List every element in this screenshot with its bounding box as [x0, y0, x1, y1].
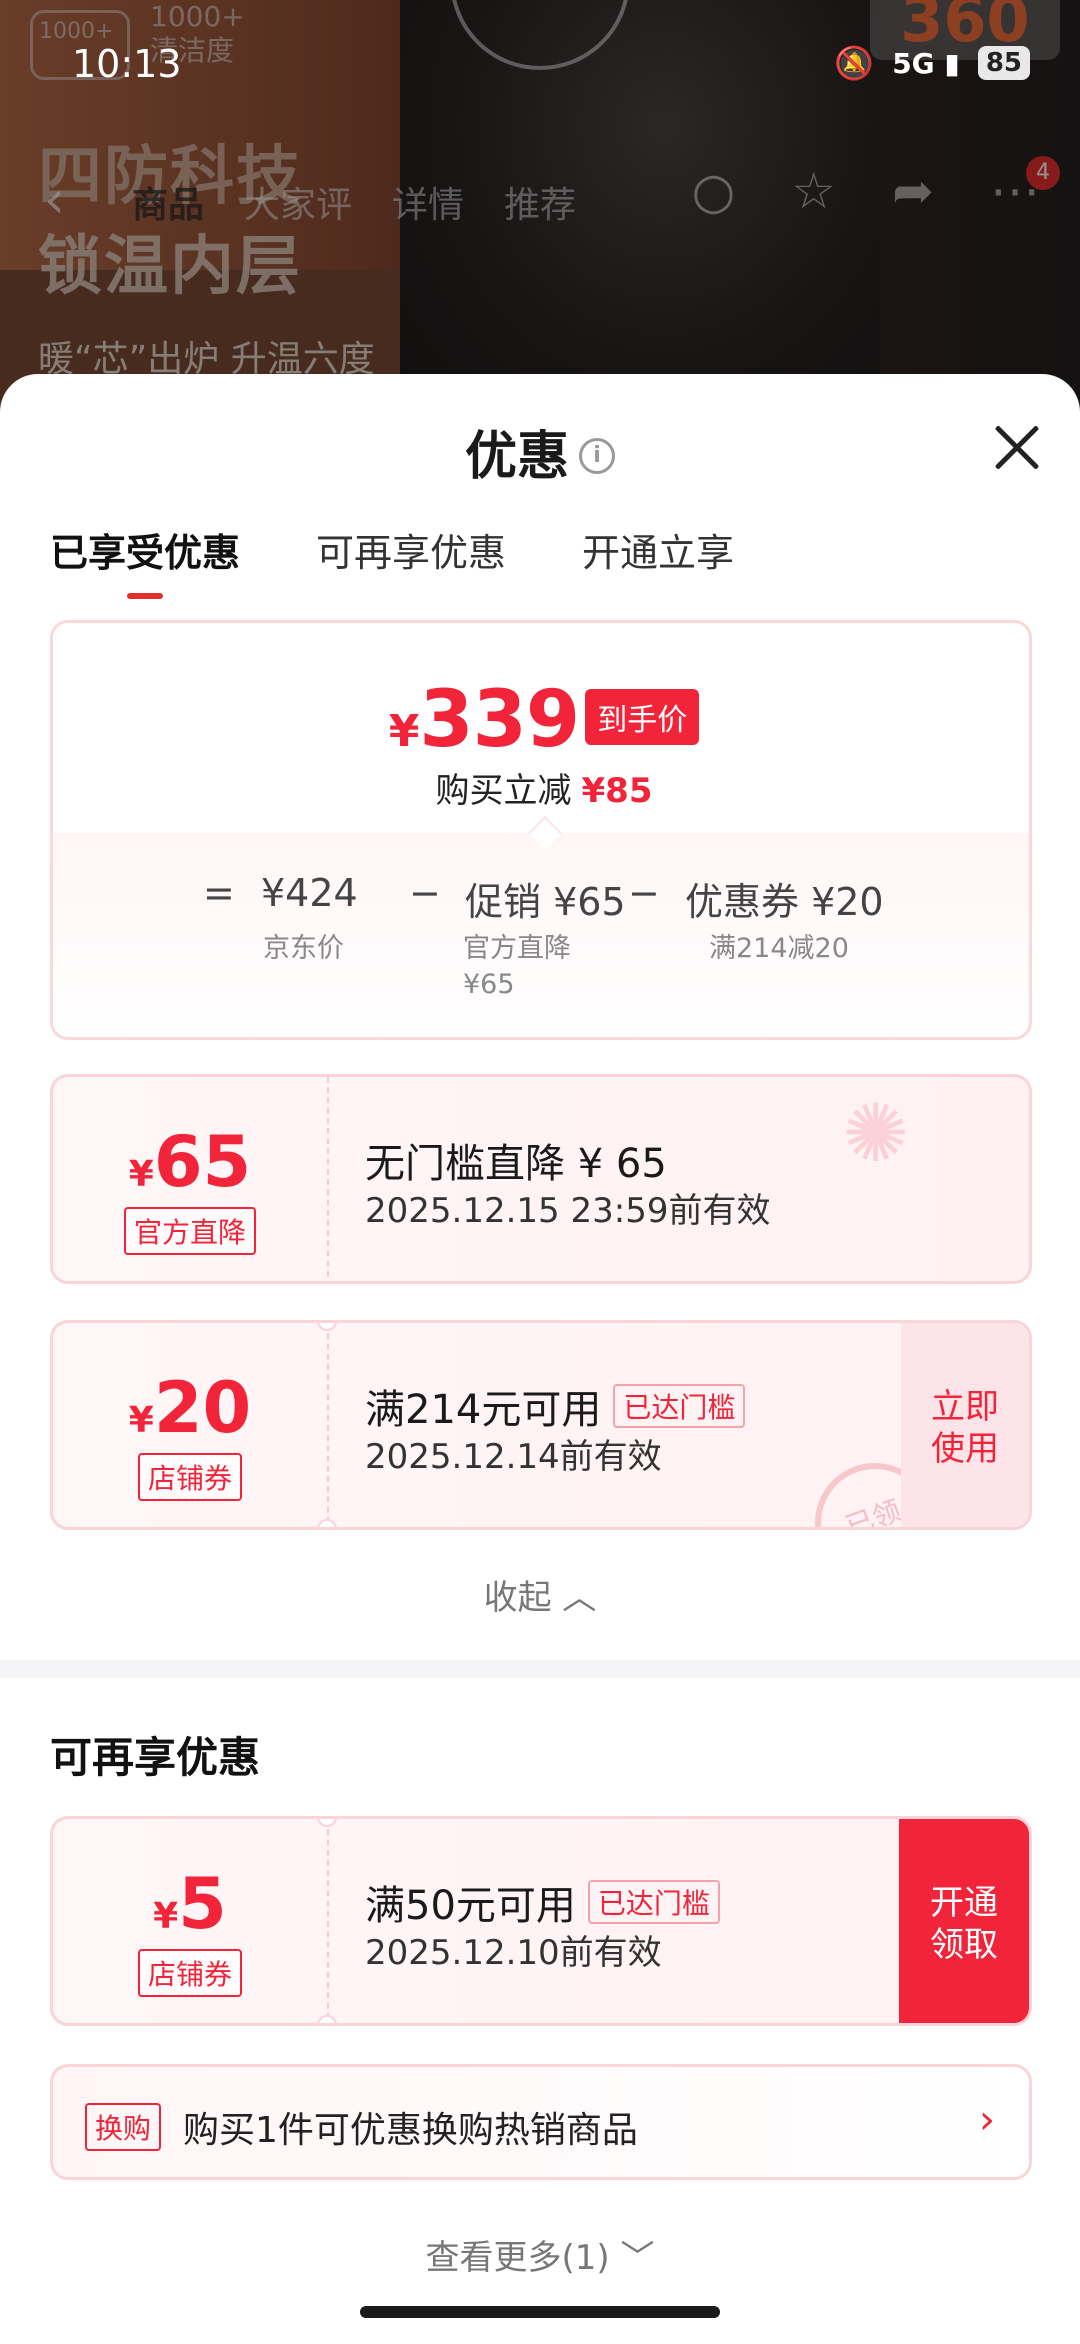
ticket-cut-bottom	[317, 2015, 337, 2023]
price-summary-card: ¥339 到手价 购买立减 ¥85 = ¥424 − 促销 ¥65 − 优惠券 ¥2…	[50, 620, 1032, 1040]
cut-value: ¥85	[581, 771, 653, 811]
coupon-sub: 满214减20	[709, 933, 849, 964]
chevron-up-icon: ︿	[562, 1578, 597, 1618]
threshold-reached-badge: 已达门槛	[613, 1384, 746, 1428]
firework-decoration: ✺	[841, 1087, 909, 1180]
minus-sign-2: −	[628, 871, 660, 915]
coupon-currency: ¥	[128, 1154, 154, 1195]
sheet-title: 优惠 i	[0, 414, 1080, 489]
coupon-value: 20	[153, 1367, 252, 1449]
status-bar: 10:13 🔕 5G ▮ 85	[0, 0, 1080, 130]
use-now-button[interactable]: 立即 使用	[901, 1323, 1029, 1527]
home-indicator[interactable]	[360, 2306, 720, 2318]
coupon-amount: ¥65	[53, 1121, 327, 1203]
coupon-expiry: 2025.12.15 23:59前有效	[365, 1191, 771, 1231]
coupon-amount: ¥20	[53, 1367, 327, 1449]
coupon-card-store-5: ¥5 店铺券 满50元可用 已达门槛 2025.12.10前有效 开通 领取	[50, 1816, 1032, 2026]
tab-open-now[interactable]: 开通立享	[582, 522, 734, 577]
more-offers-title: 可再享优惠	[50, 1733, 261, 1782]
final-price-tag: 到手价	[585, 689, 700, 745]
see-more-button[interactable]: 查看更多(1) ﹀	[0, 2230, 1080, 2279]
coupon-type-label: 店铺券	[137, 1453, 243, 1501]
minus-sign-1: −	[409, 871, 441, 915]
currency-symbol: ¥	[388, 706, 420, 757]
coupon-title: 满214元可用 已达门槛	[365, 1377, 746, 1435]
final-price: ¥339 到手价	[53, 675, 1029, 765]
coupon-card-store: ¥20 店铺券 满214元可用 已达门槛 2025.12.14前有效 已领 立即 …	[50, 1320, 1032, 1530]
final-price-value: 339	[419, 675, 580, 765]
sheet-title-text: 优惠	[464, 427, 569, 487]
coupon-expiry: 2025.12.10前有效	[365, 1933, 662, 1973]
coupon-value: 65	[153, 1121, 252, 1203]
trade-in-text: 购买1件可优惠换购热销商品	[183, 2110, 638, 2151]
purchase-cut: 购买立减 ¥85	[53, 763, 1029, 812]
coupon-title-text: 满214元可用	[365, 1387, 602, 1433]
coupon-type-label: 店铺券	[137, 1949, 243, 1997]
chevron-down-icon: ﹀	[620, 2238, 655, 2278]
see-more-label: 查看更多(1)	[425, 2238, 610, 2278]
collapse-button[interactable]: 收起 ︿	[0, 1570, 1080, 1619]
coupon-amount: 优惠券 ¥20	[685, 880, 884, 924]
status-icons: 🔕 5G ▮ 85	[834, 44, 1030, 82]
coupon-card-direct-cut: ¥65 官方直降 ✺ 无门槛直降 ¥ 65 2025.12.15 23:59前有…	[50, 1074, 1032, 1284]
signal-icon: 5G ▮	[892, 46, 960, 80]
trade-in-tag: 换购	[85, 2103, 162, 2151]
coupon-divider	[327, 1819, 329, 2023]
battery-icon: 85	[977, 46, 1030, 80]
coupon-amount: ¥5	[53, 1863, 327, 1945]
equals-sign: =	[203, 871, 235, 915]
promo-sub-value: ¥65	[463, 969, 515, 1000]
threshold-reached-badge: 已达门槛	[587, 1880, 720, 1924]
jd-price-label: 京东价	[263, 933, 344, 964]
status-time: 10:13	[72, 42, 182, 86]
coupon-title: 无门槛直降 ¥ 65	[365, 1141, 667, 1187]
use-now-label: 立即 使用	[931, 1387, 999, 1469]
open-claim-label: 开通 领取	[930, 1883, 998, 1965]
info-icon[interactable]: i	[579, 438, 615, 474]
coupon-expiry: 2025.12.14前有效	[365, 1437, 662, 1477]
coupon-value: 5	[178, 1863, 227, 1945]
network-type: 5G	[892, 46, 935, 80]
coupon-currency: ¥	[153, 1896, 179, 1937]
coupon-divider	[327, 1323, 329, 1527]
section-separator	[0, 1660, 1080, 1678]
coupon-type-label: 官方直降	[123, 1207, 257, 1255]
tab-enjoyed[interactable]: 已享受优惠	[50, 522, 240, 599]
promo-amount: 促销 ¥65	[465, 880, 626, 924]
coupon-title: 满50元可用 已达门槛	[365, 1873, 720, 1931]
close-button[interactable]	[982, 412, 1052, 482]
coupon-currency: ¥	[128, 1400, 154, 1441]
coupon-title-text: 满50元可用	[365, 1883, 576, 1929]
collapse-label: 收起	[483, 1578, 552, 1618]
ticket-cut-bottom	[317, 1519, 337, 1527]
chevron-right-icon: ›	[979, 2097, 995, 2143]
trade-in-row[interactable]: 换购 购买1件可优惠换购热销商品 ›	[50, 2064, 1032, 2180]
coupon-divider	[327, 1077, 329, 1281]
discount-tabs: 已享受优惠 可再享优惠 开通立享	[50, 522, 734, 599]
mute-bell-icon: 🔕	[834, 44, 875, 82]
open-claim-button[interactable]: 开通 领取	[899, 1819, 1029, 2023]
promo-sub: 官方直降	[463, 933, 571, 964]
cut-label: 购买立减	[435, 771, 572, 811]
discount-sheet: 优惠 i 已享受优惠 可再享优惠 开通立享 ¥339 到手价 购买立减 ¥85 = ¥…	[0, 374, 1080, 2344]
jd-price: ¥424	[261, 871, 358, 915]
tab-more-available[interactable]: 可再享优惠	[316, 522, 506, 577]
